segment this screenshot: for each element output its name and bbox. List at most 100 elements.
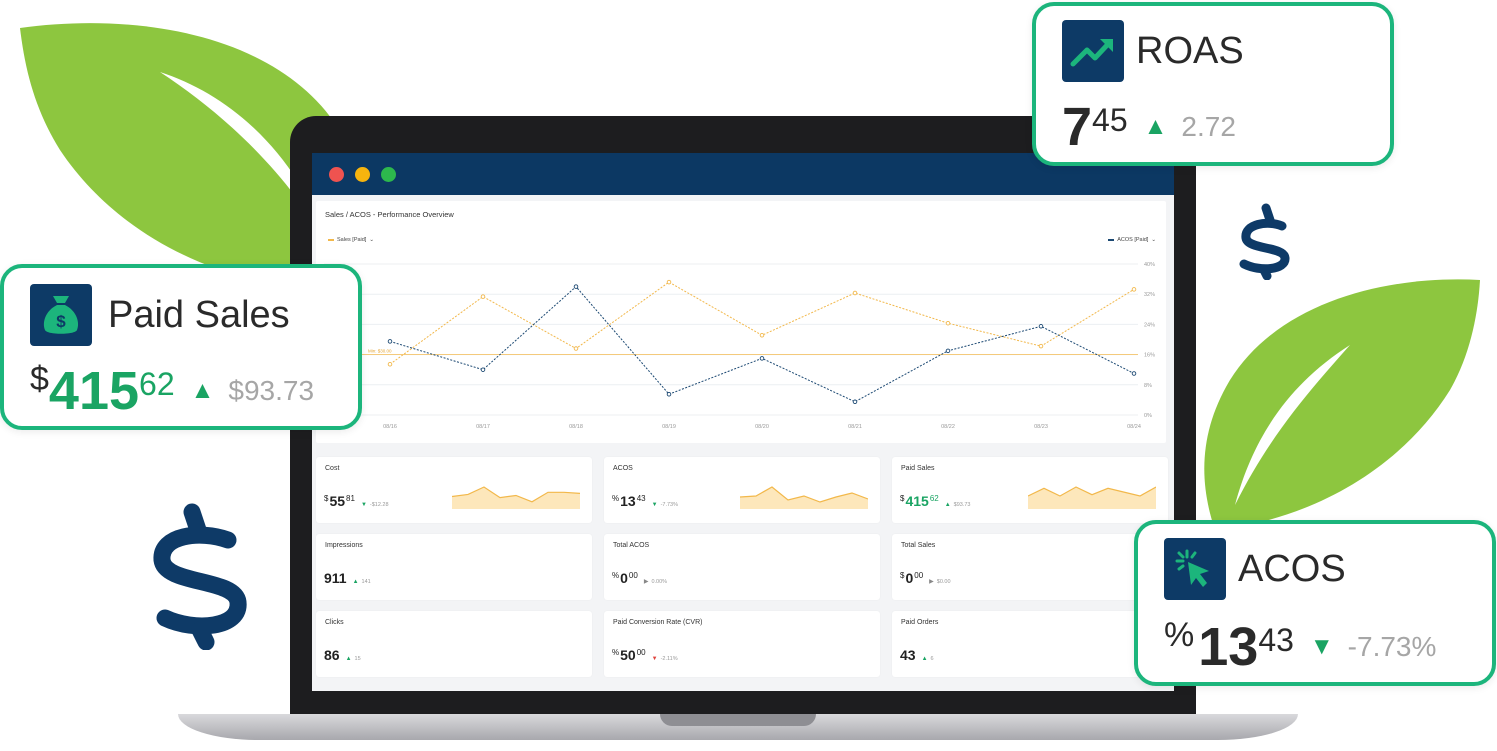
kpi-label: Clicks [325, 619, 344, 626]
series-point[interactable] [945, 348, 951, 354]
dollar-sign-large-icon [153, 503, 247, 650]
series-point[interactable] [759, 356, 765, 361]
roas-dec: 45 [1092, 102, 1128, 138]
kpi-tile[interactable]: Paid Conversion Rate (CVR) % 50 00 ▼ -2.11% [604, 611, 880, 677]
kpi-change-value: 0.00% [651, 578, 668, 585]
kpi-int: 0 [620, 570, 628, 586]
paid-sales-card-value: $ 415 62 ▲ $93.73 [30, 360, 314, 422]
cursor-click-icon [1164, 538, 1226, 600]
window-minimize-button[interactable] [355, 166, 370, 182]
series-point[interactable] [1131, 371, 1137, 376]
paid-sales-prefix: $ [30, 360, 49, 398]
kpi-change-value: 6 [930, 656, 934, 662]
kpi-change: ▼ -$12.28 [361, 502, 389, 508]
kpi-tile[interactable]: Total Sales $0 00 ▶ $0.00 [892, 534, 1168, 600]
series-point[interactable] [387, 339, 393, 344]
kpi-prefix: $ [900, 494, 905, 503]
kpi-int: 55 [329, 493, 346, 509]
roas-card: ROAS 7 45 ▲ 2.72 [1032, 2, 1394, 166]
sparkline [452, 486, 580, 509]
sparkline [1028, 486, 1156, 509]
y-tick-label: 32% [1144, 292, 1155, 298]
kpi-label: Total ACOS [613, 542, 650, 549]
kpi-change: ▲ 15 [346, 656, 361, 662]
kpi-value: 86 ▲ 15 [324, 647, 361, 663]
series-point[interactable] [387, 362, 393, 367]
kpi-value: $415 62 ▲ $93.73 [900, 493, 971, 509]
kpi-label: Cost [325, 465, 340, 472]
kpi-label: Paid Conversion Rate (CVR) [613, 619, 703, 626]
kpi-tile[interactable]: Impressions 911 ▲ 141 [316, 534, 592, 600]
series-point[interactable] [480, 294, 486, 299]
sparkline [740, 486, 868, 509]
kpi-value: % 0 00 ▶ 0.00% [612, 570, 667, 586]
kpi-change-value: 15 [354, 656, 361, 662]
kpi-value: % 13 43 ▼ -7.73% [612, 493, 678, 509]
app-window: Sales / ACOS - Performance Overview Sale… [312, 153, 1174, 691]
kpi-change: ▼ -7.73% [652, 502, 678, 508]
kpi-change-value: -2.11% [660, 656, 678, 662]
kpi-int: 43 [900, 647, 916, 663]
line-chart: 40% 32% 24% 16% 8% 0% 08/16 08/17 08/18 08/19 08/2… [324, 262, 1155, 430]
dollar-sign-small-icon [1239, 203, 1290, 280]
leaf-right-decoration [1204, 279, 1480, 530]
kpi-change-value: -$12.28 [369, 502, 389, 508]
window-close-button[interactable] [329, 166, 344, 182]
series-point[interactable] [1131, 287, 1137, 292]
kpi-tile[interactable]: Clicks 86 ▲ 15 [316, 611, 592, 677]
trend-up-icon: ▲ [345, 656, 352, 662]
acos-dec: 43 [1258, 622, 1294, 658]
series-point[interactable] [759, 333, 765, 338]
kpi-label: Total Sales [901, 542, 936, 549]
series-point[interactable] [666, 279, 672, 285]
kpi-dec: 81 [346, 494, 355, 503]
x-tick-label: 08/16 [383, 424, 397, 430]
y-tick-label: 16% [1144, 353, 1155, 359]
kpi-dec: 62 [929, 494, 939, 503]
x-tick-label: 08/20 [755, 424, 769, 430]
kpi-value: $55 81 ▼ -$12.28 [324, 493, 389, 509]
series-point[interactable] [852, 399, 858, 405]
kpi-dec: 00 [628, 571, 638, 580]
series-point[interactable] [852, 290, 858, 296]
kpi-value: % 50 00 ▼ -2.11% [612, 647, 678, 663]
kpi-label: Impressions [325, 542, 363, 549]
kpi-tile[interactable]: Cost $55 81 ▼ -$12.28 [316, 457, 592, 523]
acos-prefix: % [1164, 616, 1195, 654]
kpi-prefix: % [612, 648, 620, 657]
paid-sales-change: $93.73 [228, 375, 315, 406]
roas-card-title: ROAS [1136, 30, 1244, 72]
svg-text:$: $ [56, 312, 66, 331]
kpi-label: Paid Sales [901, 465, 935, 472]
kpi-prefix: % [612, 571, 620, 580]
series-point[interactable] [573, 346, 579, 351]
kpi-int: 86 [324, 647, 340, 663]
money-bag-icon: $ [30, 284, 92, 346]
x-tick-label: 08/19 [662, 424, 676, 430]
y-tick-label: 24% [1144, 322, 1155, 328]
roas-change: 2.72 [1181, 111, 1236, 142]
series-point[interactable] [1038, 343, 1044, 349]
series-point[interactable] [666, 391, 672, 397]
series-point[interactable] [1038, 324, 1044, 329]
kpi-grid: Cost $55 81 ▼ -$12.28 ACOS% 13 43 ▼ -7.73% Paid Sa… [316, 457, 1168, 677]
trend-up-icon: ▲ [921, 656, 928, 662]
kpi-tile[interactable]: ACOS% 13 43 ▼ -7.73% [604, 457, 880, 523]
y-tick-label: 0% [1144, 413, 1152, 419]
series-point[interactable] [573, 284, 579, 289]
window-maximize-button[interactable] [381, 166, 396, 182]
trend-up-icon: ▲ [944, 502, 951, 508]
kpi-tile[interactable]: Paid Orders 43 ▲ 6 [892, 611, 1168, 677]
paid-sales-card-title: Paid Sales [108, 294, 290, 336]
kpi-tile[interactable]: Total ACOS% 0 00 ▶ 0.00% [604, 534, 880, 600]
performance-chart-panel: Sales / ACOS - Performance Overview Sale… [316, 201, 1166, 443]
kpi-change: ▲ $93.73 [945, 502, 971, 508]
kpi-label: Paid Orders [901, 619, 939, 626]
kpi-dec: 43 [636, 494, 646, 503]
kpi-value: 911 ▲ 141 [324, 570, 371, 586]
kpi-change-value: $93.73 [953, 502, 971, 508]
series-point[interactable] [480, 367, 486, 372]
series-point[interactable] [945, 320, 951, 326]
laptop-notch [660, 714, 816, 726]
kpi-tile[interactable]: Paid Sales $415 62 ▲ $93.73 [892, 457, 1168, 523]
